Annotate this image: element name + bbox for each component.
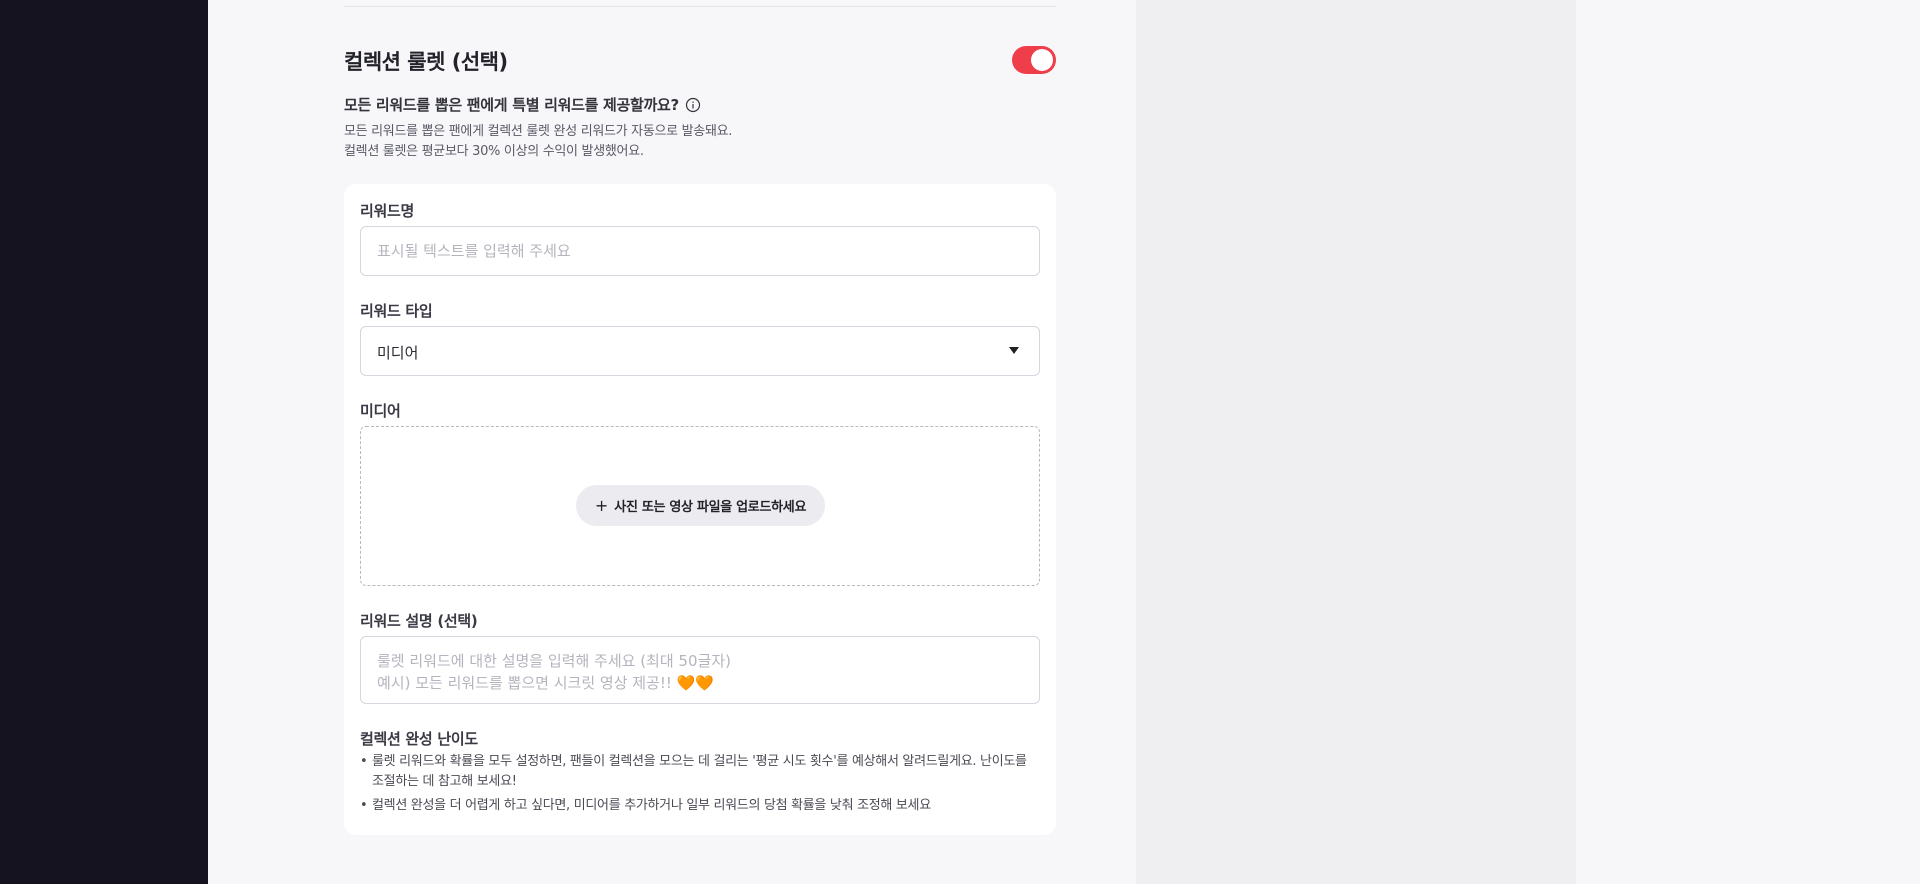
- reward-type-label: 리워드 타입: [360, 302, 433, 320]
- reward-desc-textarea[interactable]: [361, 637, 1039, 703]
- section-header: 컬렉션 룰렛 (선택): [344, 44, 1056, 76]
- divider: [344, 6, 1056, 7]
- reward-name-label: 리워드명: [360, 202, 415, 220]
- reward-type-value: 미디어: [377, 344, 419, 362]
- media-label: 미디어: [360, 402, 401, 420]
- section-title: 컬렉션 룰렛 (선택): [344, 50, 508, 74]
- list-item: 룰렛 리워드와 확률을 모두 설정하면, 팬들이 컬렉션을 모으는 데 걸리는 …: [360, 752, 1040, 792]
- collection-roulette-toggle[interactable]: [1012, 46, 1056, 74]
- description-line: 컬렉션 룰렛은 평균보다 30% 이상의 수익이 발생했어요.: [344, 144, 644, 159]
- reward-name-input[interactable]: [361, 227, 1039, 275]
- description-line: 모든 리워드를 뽑은 팬에게 컬렉션 룰렛 완성 리워드가 자동으로 발송돼요.: [344, 124, 733, 139]
- plus-icon: +: [594, 495, 609, 515]
- media-upload-dropzone[interactable]: + 사진 또는 영상 파일을 업로드하세요: [360, 426, 1040, 586]
- right-margin: [1576, 0, 1920, 884]
- upload-button-label: 사진 또는 영상 파일을 업로드하세요: [614, 500, 807, 515]
- toggle-knob: [1031, 49, 1053, 71]
- reward-desc-label: 리워드 설명 (선택): [360, 612, 478, 630]
- difficulty-label: 컬렉션 완성 난이도: [360, 730, 478, 748]
- upload-media-button[interactable]: + 사진 또는 영상 파일을 업로드하세요: [576, 485, 825, 526]
- reward-desc-field: [360, 636, 1040, 704]
- list-item: 컬렉션 완성을 더 어렵게 하고 싶다면, 미디어를 추가하거나 일부 리워드의…: [360, 796, 1040, 816]
- difficulty-tips: 룰렛 리워드와 확률을 모두 설정하면, 팬들이 컬렉션을 모으는 데 걸리는 …: [360, 752, 1040, 820]
- preview-panel: [1136, 0, 1576, 884]
- reward-form-card: 리워드명 리워드 타입 미디어 미디어 + 사진 또는 영상 파일을 업로드하세…: [344, 184, 1056, 835]
- question-text: 모든 리워드를 뽑은 팬에게 특별 리워드를 제공할까요?: [344, 96, 679, 114]
- reward-name-field: [360, 226, 1040, 276]
- info-icon[interactable]: [685, 97, 701, 113]
- question-row: 모든 리워드를 뽑은 팬에게 특별 리워드를 제공할까요?: [344, 94, 701, 115]
- reward-type-select[interactable]: 미디어: [360, 326, 1040, 376]
- caret-down-icon: [1009, 347, 1019, 354]
- left-sidebar: [0, 0, 208, 884]
